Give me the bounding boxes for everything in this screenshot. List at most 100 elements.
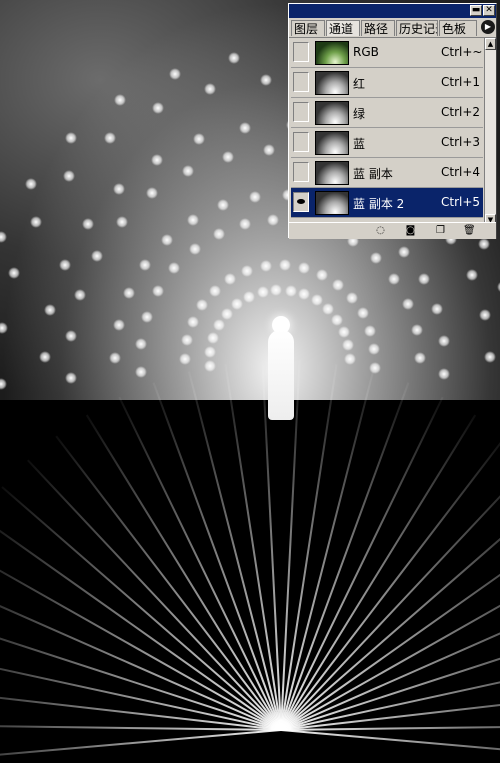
feather-eye-spot	[259, 74, 272, 87]
close-button[interactable]: ✕	[483, 5, 495, 16]
feather-eye-spot	[204, 346, 217, 359]
channel-name: 蓝 副本	[353, 167, 393, 181]
save-selection-icon[interactable]: ◙	[405, 226, 416, 236]
channel-row-blue-copy-2[interactable]: 蓝 副本 2 Ctrl+5	[291, 188, 483, 218]
feather-eye-spot	[44, 304, 57, 317]
visibility-toggle[interactable]	[293, 72, 309, 92]
feather-eye-spot	[228, 52, 241, 65]
panel-tabs: 图层 通道 路径 历史记录 色板 ▶	[289, 18, 496, 38]
feather-eye-spot	[438, 368, 451, 381]
feather-eye-spot	[188, 242, 201, 255]
feather-ray	[280, 729, 500, 763]
channel-row-blue-copy[interactable]: 蓝 副本 Ctrl+4	[291, 158, 483, 188]
feather-eye-spot	[345, 291, 358, 304]
feather-eye-spot	[207, 332, 220, 345]
tab-layers[interactable]: 图层	[291, 20, 325, 36]
channel-name: 绿	[353, 107, 366, 121]
feather-eye-spot	[368, 343, 381, 356]
feather-eye-spot	[243, 291, 256, 304]
feather-eye-spot	[109, 351, 121, 364]
feather-eye-spot	[187, 315, 200, 328]
peacock-body	[268, 330, 294, 420]
new-channel-icon[interactable]: ❐	[435, 226, 446, 236]
delete-channel-icon[interactable]: 🗑	[463, 226, 476, 236]
feather-eye-spot	[168, 262, 181, 275]
feather-eye-spot	[284, 284, 297, 297]
feather-eye-spot	[208, 284, 221, 297]
tab-history[interactable]: 历史记录	[396, 20, 438, 36]
feather-eye-spot	[64, 372, 77, 385]
visibility-toggle[interactable]	[293, 192, 309, 212]
feather-eye-spot	[181, 333, 194, 346]
feather-eye-spot	[364, 324, 377, 337]
channel-thumbnail	[315, 161, 349, 185]
feather-eye-spot	[478, 238, 491, 251]
feather-eye-spot	[315, 268, 328, 281]
feather-eye-spot	[74, 289, 87, 301]
feather-eye-spot	[388, 273, 401, 286]
feather-eye-spot	[152, 284, 165, 297]
load-selection-icon[interactable]: ◌	[375, 226, 386, 236]
feather-eye-spot	[479, 309, 492, 322]
tab-swatches[interactable]: 色板	[439, 20, 477, 36]
feather-eye-spot	[39, 350, 52, 363]
eye-icon	[297, 199, 305, 204]
feather-ray	[1, 486, 282, 731]
panel-menu-button[interactable]: ▶	[481, 20, 495, 34]
feather-eye-spot	[298, 288, 311, 301]
channel-name: 蓝 副本 2	[353, 197, 405, 211]
channel-row-blue[interactable]: 蓝 Ctrl+3	[291, 128, 483, 158]
feather-eye-spot	[82, 218, 95, 231]
feather-eye-spot	[239, 218, 252, 231]
feather-eye-spot	[368, 362, 381, 375]
feather-eye-spot	[161, 233, 174, 246]
feather-eye-spot	[398, 245, 411, 258]
panel-titlebar[interactable]: ▬ ✕	[289, 4, 496, 18]
feather-eye-spot	[241, 264, 254, 277]
feather-eye-spot	[140, 310, 153, 323]
feather-eye-spot	[266, 214, 279, 227]
feather-eye-spot	[123, 287, 136, 300]
feather-eye-spot	[221, 308, 234, 321]
scroll-up-button[interactable]: ▲	[485, 38, 496, 50]
feather-eye-spot	[112, 318, 125, 331]
feather-ray	[0, 729, 282, 763]
feather-eye-spot	[331, 313, 344, 326]
tab-channels[interactable]: 通道	[326, 20, 360, 36]
channel-row-rgb[interactable]: RGB Ctrl+~	[291, 38, 483, 68]
channel-row-green[interactable]: 绿 Ctrl+2	[291, 98, 483, 128]
vertical-scrollbar[interactable]: ▲ ▼	[484, 38, 496, 226]
minimize-button[interactable]: ▬	[470, 5, 482, 16]
channel-thumbnail	[315, 41, 349, 65]
channel-shortcut: Ctrl+1	[441, 75, 481, 89]
feather-eye-spot	[249, 190, 262, 203]
feather-eye-spot	[139, 258, 152, 271]
channel-thumbnail	[315, 101, 349, 125]
feather-eye-spot	[134, 366, 147, 379]
feather-eye-spot	[231, 298, 244, 311]
channel-thumbnail	[315, 191, 349, 215]
channel-thumbnail	[315, 71, 349, 95]
feather-eye-spot	[297, 261, 310, 274]
visibility-toggle[interactable]	[293, 42, 309, 62]
feather-eye-spot	[238, 121, 251, 134]
visibility-toggle[interactable]	[293, 132, 309, 152]
visibility-toggle[interactable]	[293, 102, 309, 122]
channel-name: 红	[353, 77, 366, 91]
feather-eye-spot	[62, 170, 75, 183]
feather-ray	[0, 579, 282, 731]
feather-eye-spot	[187, 213, 200, 226]
feather-eye-spot	[369, 251, 382, 264]
feather-eye-spot	[65, 330, 78, 343]
feather-eye-spot	[321, 302, 334, 315]
feather-eye-spot	[331, 278, 344, 291]
channel-row-red[interactable]: 红 Ctrl+1	[291, 68, 483, 98]
visibility-toggle[interactable]	[293, 162, 309, 182]
feather-eye-spot	[196, 299, 209, 312]
tab-paths[interactable]: 路径	[361, 20, 395, 36]
feather-ray	[280, 382, 410, 731]
feather-eye-spot	[338, 325, 351, 338]
channel-shortcut: Ctrl+4	[441, 165, 481, 179]
feather-eye-spot	[310, 294, 323, 307]
feather-eye-spot	[134, 338, 147, 351]
